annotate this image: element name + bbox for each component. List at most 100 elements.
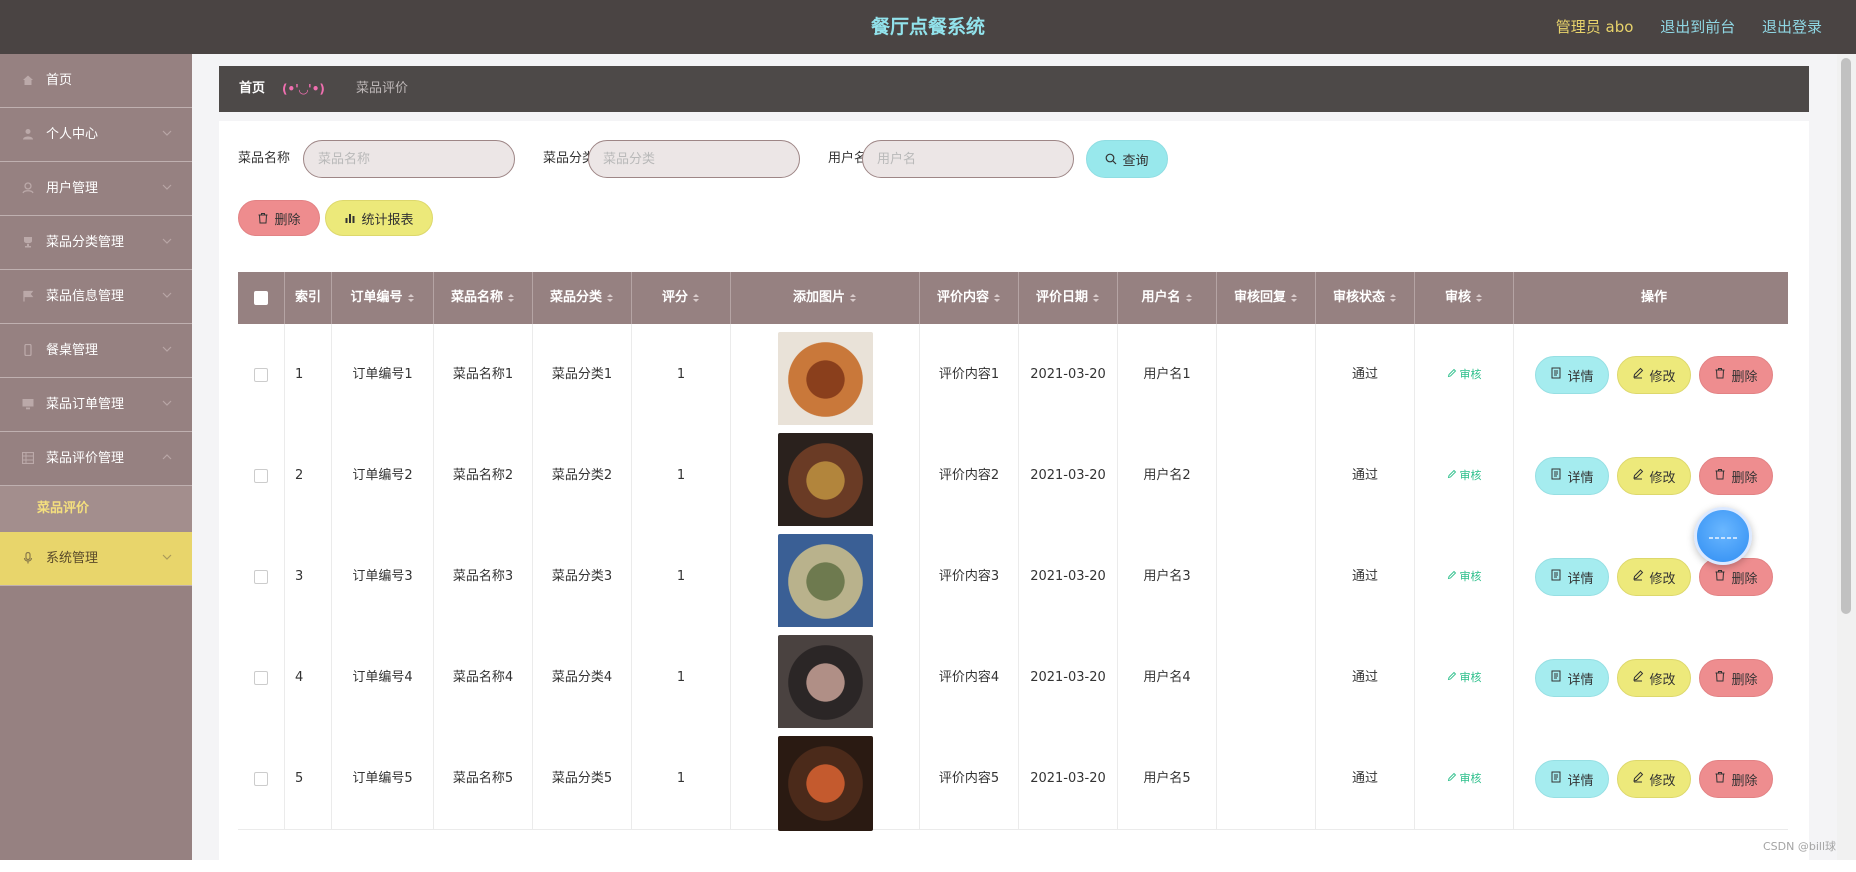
sidebar-item-reviews[interactable]: 菜品评价管理 [0,432,192,486]
detail-button[interactable]: 详情 [1535,457,1609,495]
cell-select[interactable] [238,728,285,829]
audit-link[interactable]: 审核 [1447,627,1482,728]
chevron-down-icon [160,126,174,140]
user-icon [22,128,34,140]
header-select-all[interactable] [238,272,285,324]
cell-select[interactable] [238,324,285,425]
cell-dish-category: 菜品分类5 [533,728,632,829]
flag-icon [22,290,34,302]
row-checkbox[interactable] [254,771,268,786]
scrollbar-thumb[interactable] [1841,58,1851,614]
cell-select[interactable] [238,526,285,627]
statistics-report-button[interactable]: 统计报表 [325,200,433,236]
audit-link[interactable]: 审核 [1447,324,1482,425]
query-button[interactable]: 查询 [1086,140,1168,178]
header-index: 索引 [285,272,332,324]
chevron-down-icon [160,550,174,564]
cell-dish-name: 菜品名称5 [434,728,533,829]
detail-button[interactable]: 详情 [1535,558,1609,596]
cell-audit: 审核 [1415,627,1514,728]
logout-link[interactable]: 退出登录 [1762,18,1822,36]
phone-icon [22,344,34,356]
header-review-content[interactable]: 评价内容 [920,272,1019,324]
file-text-icon [1550,468,1562,484]
audit-link[interactable]: 审核 [1447,526,1482,627]
header-dish-name[interactable]: 菜品名称 [434,272,533,324]
sort-icon[interactable] [849,292,857,304]
cell-username: 用户名3 [1118,526,1217,627]
sidebar-item-users[interactable]: 用户管理 [0,162,192,216]
trash-icon [1714,670,1726,686]
delete-button[interactable]: 删除 [1699,659,1773,697]
header-image[interactable]: 添加图片 [731,272,920,324]
floating-assistant-button[interactable] [1694,507,1752,565]
cell-select[interactable] [238,425,285,526]
sidebar-item-dish-category[interactable]: 菜品分类管理 [0,216,192,270]
detail-button[interactable]: 详情 [1535,659,1609,697]
trash-icon [1714,771,1726,787]
sidebar-subitem-dish-review[interactable]: 菜品评价 [0,486,192,532]
vertical-scrollbar[interactable] [1837,54,1856,860]
batch-delete-button[interactable]: 删除 [238,200,320,236]
sort-icon[interactable] [692,292,700,304]
header-review-date[interactable]: 评价日期 [1019,272,1118,324]
row-checkbox[interactable] [254,569,268,584]
sort-icon[interactable] [1475,292,1483,304]
header-audit-reply[interactable]: 审核回复 [1217,272,1316,324]
sidebar-subitem-label: 菜品评价 [37,501,90,516]
table-header: 索引 订单编号 菜品名称 菜品分类 评分 添加图片 评价内容 评价日期 用户名 … [238,272,1788,324]
sort-icon[interactable] [1092,292,1100,304]
edit-button[interactable]: 修改 [1617,356,1691,394]
detail-button[interactable]: 详情 [1535,760,1609,798]
delete-button[interactable]: 删除 [1699,356,1773,394]
header-score[interactable]: 评分 [632,272,731,324]
sidebar-item-orders[interactable]: 菜品订单管理 [0,378,192,432]
sidebar-item-profile[interactable]: 个人中心 [0,108,192,162]
header-audit[interactable]: 审核 [1415,272,1514,324]
sort-icon[interactable] [507,292,515,304]
detail-button[interactable]: 详情 [1535,356,1609,394]
row-checkbox[interactable] [254,367,268,382]
sidebar-item-dish-info[interactable]: 菜品信息管理 [0,270,192,324]
pencil-icon [1447,425,1457,526]
cell-review-date: 2021-03-20 [1019,526,1118,627]
cell-review-content: 评价内容3 [920,526,1019,627]
audit-link[interactable]: 审核 [1447,425,1482,526]
dish-category-input[interactable] [588,140,800,178]
edit-button[interactable]: 修改 [1617,760,1691,798]
sort-icon[interactable] [1389,292,1397,304]
delete-button[interactable]: 删除 [1699,558,1773,596]
food-photo-2 [778,433,873,528]
sidebar-item-system[interactable]: 系统管理 [0,532,192,586]
header-order-no[interactable]: 订单编号 [332,272,434,324]
row-checkbox[interactable] [254,468,268,483]
sidebar-item-tables[interactable]: 餐桌管理 [0,324,192,378]
cell-index: 5 [285,728,332,829]
edit-button[interactable]: 修改 [1617,457,1691,495]
audit-link[interactable]: 审核 [1447,728,1482,829]
cell-index: 3 [285,526,332,627]
header-audit-status[interactable]: 审核状态 [1316,272,1415,324]
edit-button[interactable]: 修改 [1617,659,1691,697]
sort-icon[interactable] [1185,292,1193,304]
cell-audit-status: 通过 [1316,627,1415,728]
delete-button[interactable]: 删除 [1699,760,1773,798]
sort-icon[interactable] [407,292,415,304]
bar-chart-icon [344,212,356,224]
delete-button[interactable]: 删除 [1699,457,1773,495]
header-dish-category[interactable]: 菜品分类 [533,272,632,324]
row-checkbox[interactable] [254,670,268,685]
exit-to-front-link[interactable]: 退出到前台 [1660,18,1735,36]
breadcrumb-home[interactable]: 首页 [239,66,265,112]
sort-icon[interactable] [606,292,614,304]
select-all-checkbox[interactable] [254,290,268,305]
sort-icon[interactable] [1290,292,1298,304]
cell-select[interactable] [238,627,285,728]
sort-icon[interactable] [993,292,1001,304]
header-username[interactable]: 用户名 [1118,272,1217,324]
username-input[interactable] [862,140,1074,178]
dish-name-input[interactable] [303,140,515,178]
sidebar-item-home[interactable]: 首页 [0,54,192,108]
query-button-label: 查询 [1122,153,1149,169]
edit-button[interactable]: 修改 [1617,558,1691,596]
